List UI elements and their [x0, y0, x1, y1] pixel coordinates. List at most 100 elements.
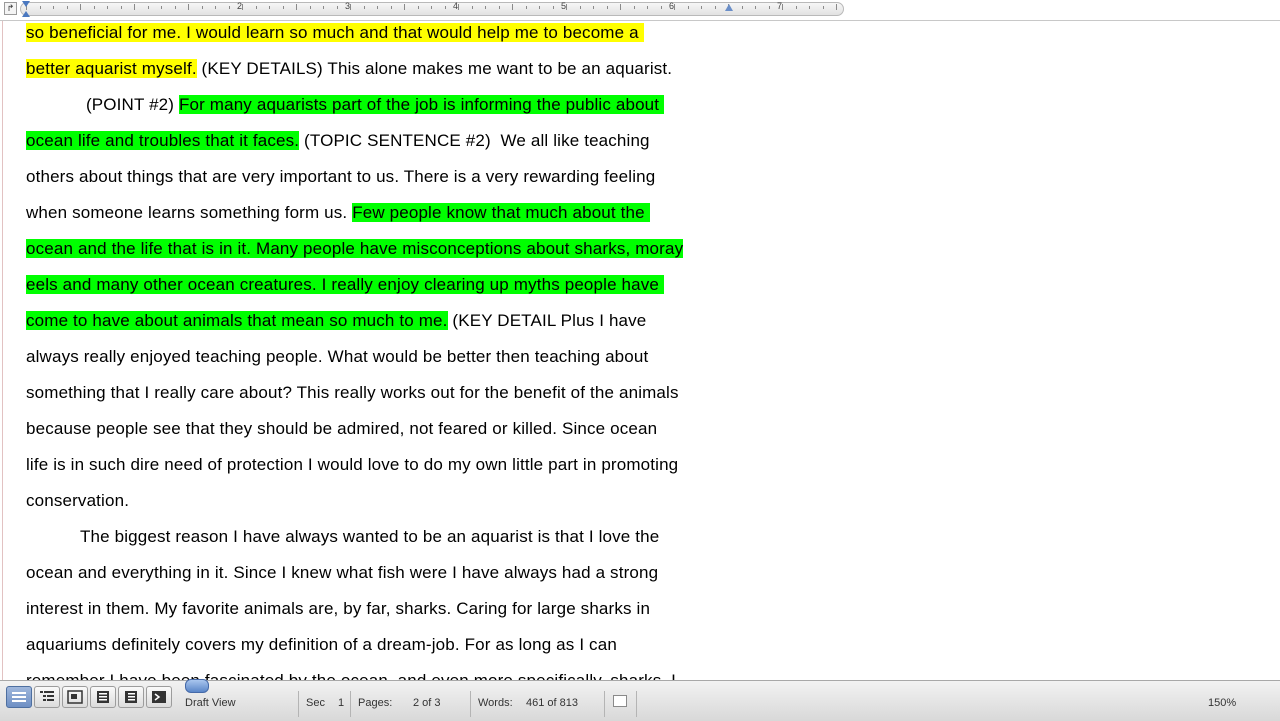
ruler-tick	[525, 6, 527, 9]
words-label: Words:	[478, 697, 513, 709]
pages-label: Pages:	[358, 697, 393, 709]
status-separator	[470, 691, 471, 717]
text-run: because people see that they should be a…	[26, 419, 658, 438]
document-line[interactable]: others about things that are very import…	[26, 164, 655, 190]
ruler-tick	[66, 6, 68, 9]
ruler-tick	[579, 6, 581, 9]
document-line[interactable]: (POINT #2) For many aquarists part of th…	[86, 92, 665, 118]
document-line[interactable]: better aquarist myself. (KEY DETAILS) Th…	[26, 56, 672, 82]
document-line[interactable]: life is in such dire need of protection …	[26, 452, 678, 478]
document-line[interactable]: ocean life and troubles that it faces. (…	[26, 128, 650, 154]
ruler-tick	[593, 6, 594, 9]
ruler-number: 2	[237, 1, 243, 11]
ruler-tick	[323, 6, 324, 9]
tab-stop-selector[interactable]: ↱	[4, 2, 17, 15]
track-changes-icon[interactable]	[613, 695, 627, 707]
text-run: others about things that are very import…	[26, 167, 656, 186]
text-run: The biggest reason I have always wanted …	[80, 527, 660, 546]
ruler-tick	[606, 6, 608, 9]
section-value: 1	[338, 697, 345, 709]
ruler-tick	[93, 6, 95, 9]
ruler-tick	[215, 6, 216, 9]
document-line[interactable]: eels and many other ocean creatures. I r…	[26, 272, 664, 298]
document-line[interactable]: conservation.	[26, 488, 129, 514]
ruler-tick	[147, 6, 149, 9]
ruler-tick	[660, 6, 662, 9]
document-line[interactable]: aquariums definitely covers my definitio…	[26, 632, 617, 658]
text-run: ocean and everything in it. Since I knew…	[26, 563, 659, 582]
status-separator	[636, 691, 637, 717]
horizontal-scrollbar-thumb[interactable]	[185, 679, 209, 693]
text-run: always really enjoyed teaching people. W…	[26, 347, 649, 366]
ruler-number: 6	[669, 1, 675, 11]
ruler-tick	[795, 6, 797, 9]
current-view-label: Draft View	[185, 697, 236, 709]
text-run: conservation.	[26, 491, 130, 510]
ruler-tick	[350, 4, 351, 10]
ruler[interactable]: ↱ 2 3 4 5 6 7	[0, 0, 1280, 21]
document-body[interactable]: so beneficial for me. I would learn so m…	[26, 21, 746, 680]
highlighted-text-yellow: so beneficial for me. I would learn so m…	[26, 23, 644, 42]
ruler-tick	[336, 6, 338, 9]
publishing-layout-icon	[67, 690, 83, 704]
ruler-tick	[417, 6, 419, 9]
ruler-tick	[647, 6, 648, 9]
ruler-tick	[309, 6, 311, 9]
document-line[interactable]: The biggest reason I have always wanted …	[80, 524, 659, 550]
document-line[interactable]: something that I really care about? This…	[26, 380, 679, 406]
ruler-tick	[782, 4, 783, 10]
document-line[interactable]: interest in them. My favorite animals ar…	[26, 596, 650, 622]
ruler-tick	[188, 4, 189, 10]
document-line[interactable]: ocean and everything in it. Since I knew…	[26, 560, 658, 586]
pages-value: 2 of 3	[413, 697, 441, 709]
ruler-number: 7	[777, 1, 783, 11]
right-indent-marker[interactable]	[725, 4, 733, 11]
ruler-tick	[755, 6, 756, 9]
ruler-tick	[444, 6, 446, 9]
notebook-layout-view-button[interactable]	[118, 686, 144, 708]
ruler-number: 5	[561, 1, 567, 11]
words-value[interactable]: 461 of 813	[526, 697, 578, 709]
text-run: (KEY DETAILS) This alone makes me want t…	[196, 59, 673, 78]
ruler-tick	[107, 6, 108, 9]
outline-view-button[interactable]	[34, 686, 60, 708]
ruler-tick	[566, 4, 567, 10]
ruler-tick	[174, 6, 176, 9]
text-run: when someone learns something form us.	[26, 203, 353, 222]
highlighted-text-green: ocean life and troubles that it faces.	[26, 131, 300, 150]
ruler-tick	[822, 6, 824, 9]
document-line[interactable]: ocean and the life that is in it. Many p…	[26, 236, 684, 262]
document-line[interactable]: always really enjoyed teaching people. W…	[26, 344, 648, 370]
text-run: something that I really care about? This…	[26, 383, 679, 402]
status-bar: Draft View Sec 1 Pages: 2 of 3 Words: 46…	[0, 679, 1280, 721]
draft-view-icon	[12, 692, 26, 702]
document-line[interactable]: so beneficial for me. I would learn so m…	[26, 21, 644, 46]
text-run: aquariums definitely covers my definitio…	[26, 635, 617, 654]
publishing-layout-view-button[interactable]	[62, 686, 88, 708]
ruler-tick	[498, 6, 500, 9]
document-line[interactable]: when someone learns something form us. F…	[26, 200, 650, 226]
first-line-indent-marker[interactable]	[22, 1, 30, 7]
ruler-tick	[836, 4, 837, 10]
focus-view-button[interactable]	[146, 686, 172, 708]
zoom-level[interactable]: 150%	[1208, 697, 1236, 709]
document-line[interactable]: remember I have been fascinated by the o…	[26, 668, 676, 680]
ruler-tick	[296, 4, 297, 10]
draft-view-button[interactable]	[6, 686, 32, 708]
ruler-track[interactable]	[20, 2, 844, 16]
ruler-tick	[471, 6, 473, 9]
document-line[interactable]: come to have about animals that mean so …	[26, 308, 646, 334]
section-label: Sec	[306, 697, 325, 709]
document-line[interactable]: because people see that they should be a…	[26, 416, 657, 442]
left-indent-marker[interactable]	[22, 11, 30, 17]
ruler-tick	[687, 6, 689, 9]
notebook-layout-icon	[125, 691, 137, 703]
text-run: (KEY DETAIL Plus I have	[447, 311, 647, 330]
ruler-tick	[80, 4, 81, 10]
ruler-tick	[458, 4, 459, 10]
print-layout-view-button[interactable]	[90, 686, 116, 708]
ruler-tick	[282, 6, 284, 9]
highlighted-text-yellow: better aquarist myself.	[26, 59, 197, 78]
ruler-number: 3	[345, 1, 351, 11]
ruler-tick	[431, 6, 432, 9]
